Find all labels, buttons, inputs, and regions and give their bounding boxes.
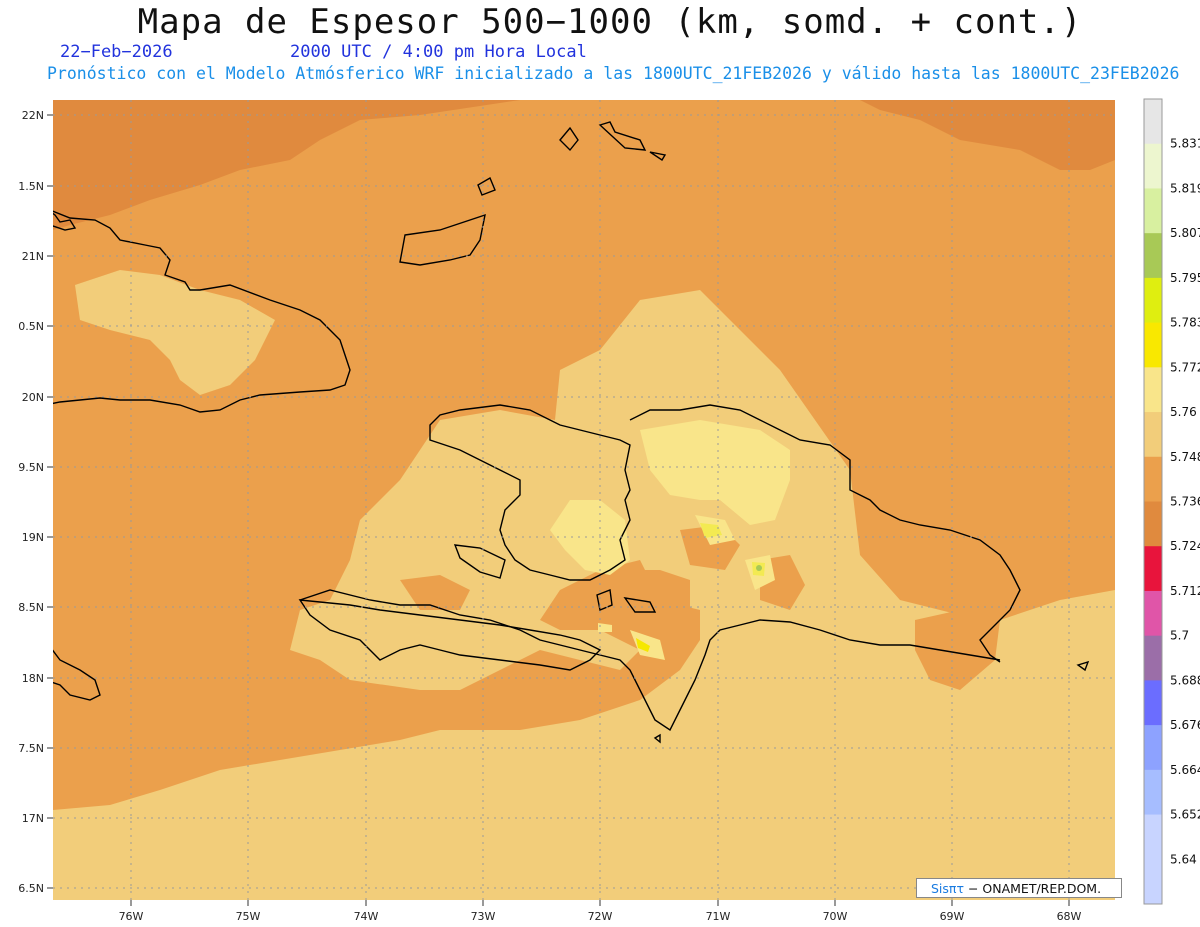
colorbar-cell [1144, 99, 1162, 145]
colorbar-cell [1144, 322, 1162, 368]
lon-label: 71W [706, 910, 731, 923]
colorbar-cell [1144, 590, 1162, 637]
colorbar-label: 5.688 [1170, 673, 1200, 687]
longitude-axis: 76W 75W 74W 73W 72W 71W 70W 69W 68W [119, 900, 1082, 923]
lat-label: 18N [22, 672, 44, 685]
colorbar-label: 5.652 [1170, 808, 1200, 822]
colorbar-cell [1144, 546, 1162, 592]
colorbar-label: 5.783 [1170, 316, 1200, 330]
colorbar-label: 5.831 [1170, 137, 1200, 151]
lat-label: 19N [22, 531, 44, 544]
colorbar-cell [1144, 680, 1162, 726]
lat-label: 22N [22, 109, 44, 122]
lat-label: 7.5N [18, 742, 44, 755]
colorbar-cell [1144, 814, 1162, 860]
lon-label: 69W [940, 910, 965, 923]
lon-label: 76W [119, 910, 144, 923]
colorbar-cell [1144, 635, 1162, 681]
colorbar-cell [1144, 143, 1162, 189]
lon-label: 74W [354, 910, 379, 923]
lon-label: 70W [823, 910, 848, 923]
colorbar-cell [1144, 233, 1162, 279]
forecast-date: 22−Feb−2026 [60, 42, 173, 62]
credit-text: − ONAMET/REP.DOM. [963, 881, 1102, 896]
colorbar-label: 5.7 [1170, 629, 1189, 643]
lat-label: 1.5N [18, 180, 44, 193]
colorbar-cell [1144, 277, 1162, 324]
colorbar-label: 5.819 [1170, 181, 1200, 195]
colorbar-cell [1144, 412, 1162, 458]
map-title: Mapa de Espesor 500−1000 (km, somd. + co… [137, 2, 1083, 42]
colorbar-cell [1144, 501, 1162, 547]
colorbar-label: 5.748 [1170, 450, 1200, 464]
lon-label: 75W [236, 910, 261, 923]
map-plot-area [53, 100, 1115, 900]
colorbar-label: 5.76 [1170, 405, 1197, 419]
lat-label: 6.5N [18, 882, 44, 895]
colorbar-label: 5.807 [1170, 226, 1200, 240]
credit-box: Sisπτ − ONAMET/REP.DOM. [916, 878, 1122, 898]
colorbar-cell [1144, 367, 1162, 413]
latitude-axis: 22N 1.5N 21N 0.5N 20N 9.5N 19N 8.5N 18N … [18, 109, 53, 895]
thickness-map: 22N 1.5N 21N 0.5N 20N 9.5N 19N 8.5N 18N … [18, 98, 1200, 923]
colorbar-cell [1144, 769, 1162, 816]
lat-label: 8.5N [18, 601, 44, 614]
colorbar-label: 5.64 [1170, 852, 1197, 866]
lon-label: 73W [471, 910, 496, 923]
lat-label: 9.5N [18, 461, 44, 474]
colorbar-label: 5.676 [1170, 718, 1200, 732]
lat-label: 21N [22, 250, 44, 263]
colorbar-cell [1144, 859, 1162, 905]
colorbar-label: 5.712 [1170, 584, 1200, 598]
sispi-logo: Sisπτ [931, 881, 964, 896]
colorbar-label: 5.795 [1170, 271, 1200, 285]
colorbar-cell [1144, 725, 1162, 771]
color-scale-legend: 5.831 5.819 5.807 5.795 5.783 5.772 5.76 5.748 5… [1143, 98, 1200, 905]
forecast-time: 2000 UTC / 4:00 pm Hora Local [290, 42, 587, 62]
lon-label: 72W [588, 910, 613, 923]
lat-label: 20N [22, 391, 44, 404]
colorbar-cell [1144, 188, 1162, 234]
lon-label: 68W [1057, 910, 1082, 923]
colorbar-label: 5.664 [1170, 763, 1200, 777]
colorbar-label: 5.736 [1170, 495, 1200, 509]
forecast-subtitle: Pronóstico con el Modelo Atmósferico WRF… [47, 64, 1180, 83]
colorbar-label: 5.772 [1170, 360, 1200, 374]
colorbar-cell [1144, 456, 1162, 502]
lat-label: 0.5N [18, 320, 44, 333]
colorbar-label: 5.724 [1170, 539, 1200, 553]
lat-label: 17N [22, 812, 44, 825]
